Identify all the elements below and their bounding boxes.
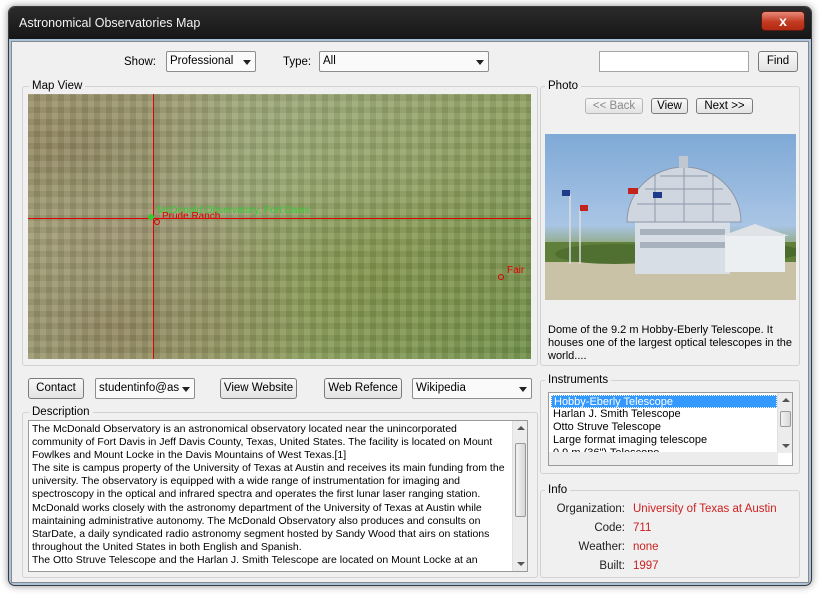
title-bar[interactable]: Astronomical Observatories Map x (9, 7, 811, 39)
description-textbox[interactable]: The McDonald Observatory is an astronomi… (28, 420, 528, 572)
instrument-item[interactable]: Large format imaging telescope (551, 434, 777, 447)
view-website-button[interactable]: View Website (220, 378, 297, 399)
instruments-hscrollbar[interactable] (549, 452, 778, 465)
description-label: Description (29, 406, 93, 418)
fair-map-label[interactable]: Fair (507, 265, 524, 276)
app-window: Astronomical Observatories Map x Show: P… (8, 6, 812, 586)
description-text: The McDonald Observatory is an astronomi… (32, 423, 510, 567)
organization-label: Organization: (556, 503, 625, 515)
type-select[interactable]: All (319, 51, 489, 72)
organization-value: University of Texas at Austin (633, 503, 777, 515)
type-label: Type: (283, 56, 312, 68)
instrument-item[interactable]: Otto Struve Telescope (551, 421, 777, 434)
info-label: Info (545, 484, 571, 496)
instrument-item[interactable]: Hobby-Eberly Telescope (551, 395, 777, 408)
web-reference-select-value: Wikipedia (416, 382, 466, 394)
search-input[interactable] (599, 51, 749, 72)
contact-button[interactable]: Contact (28, 378, 84, 399)
back-button[interactable]: << Back (585, 98, 643, 114)
scroll-up-icon[interactable] (782, 398, 790, 402)
view-photo-button[interactable]: View (651, 98, 688, 114)
built-label: Built: (599, 560, 625, 572)
weather-label: Weather: (578, 541, 625, 553)
crosshair-horizontal (28, 218, 531, 219)
map-canvas[interactable]: McDonald Observatory, Fort Davis Prude R… (28, 94, 531, 359)
map-view-label: Map View (29, 80, 86, 92)
window-title: Astronomical Observatories Map (19, 16, 201, 30)
mcdonald-marker[interactable] (148, 214, 154, 220)
instruments-vscrollbar[interactable] (777, 393, 792, 453)
prude-ranch-map-label[interactable]: Prude Ranch (162, 211, 220, 222)
crosshair-vertical (153, 94, 154, 359)
prude-ranch-marker[interactable] (154, 219, 160, 225)
instrument-item[interactable]: Harlan J. Smith Telescope (551, 408, 777, 421)
client-area: Show: Professional Type: All Find Map Vi… (11, 41, 809, 583)
chevron-down-icon (182, 387, 190, 392)
email-select-value: studentinfo@as (99, 382, 179, 394)
description-paragraph: The Otto Struve Telescope and the Harlan… (32, 553, 478, 566)
code-label: Code: (594, 522, 625, 534)
built-value: 1997 (633, 560, 659, 572)
show-select-value: Professional (170, 55, 234, 67)
description-paragraph: The site is campus property of the Unive… (32, 462, 505, 553)
chevron-down-icon (476, 60, 484, 65)
description-paragraph: The McDonald Observatory is an astronomi… (32, 423, 493, 462)
next-button[interactable]: Next >> (696, 98, 753, 114)
chevron-down-icon (519, 387, 527, 392)
show-label: Show: (124, 56, 156, 68)
instruments-listbox[interactable]: Hobby-Eberly Telescope Harlan J. Smith T… (548, 392, 793, 466)
photo-caption: Dome of the 9.2 m Hobby-Eberly Telescope… (548, 324, 792, 362)
fair-marker[interactable] (498, 274, 504, 280)
scroll-up-icon[interactable] (517, 426, 525, 430)
terrain-texture (28, 94, 531, 359)
observatory-photo[interactable] (545, 134, 796, 300)
weather-value: none (633, 541, 659, 553)
email-select[interactable]: studentinfo@as (95, 378, 195, 399)
scroll-thumb[interactable] (780, 411, 791, 427)
find-button[interactable]: Find (758, 51, 798, 72)
chevron-down-icon (243, 60, 251, 65)
photo-label: Photo (545, 80, 582, 92)
close-button[interactable]: x (761, 11, 805, 31)
web-reference-button[interactable]: Web Refence (324, 378, 402, 399)
observatory-photo-drawing (545, 156, 796, 300)
instruments-label: Instruments (545, 374, 612, 386)
code-value: 711 (633, 522, 652, 534)
type-select-value: All (323, 55, 336, 67)
web-reference-select[interactable]: Wikipedia (412, 378, 532, 399)
scroll-down-icon[interactable] (782, 444, 790, 448)
show-select[interactable]: Professional (166, 51, 256, 72)
